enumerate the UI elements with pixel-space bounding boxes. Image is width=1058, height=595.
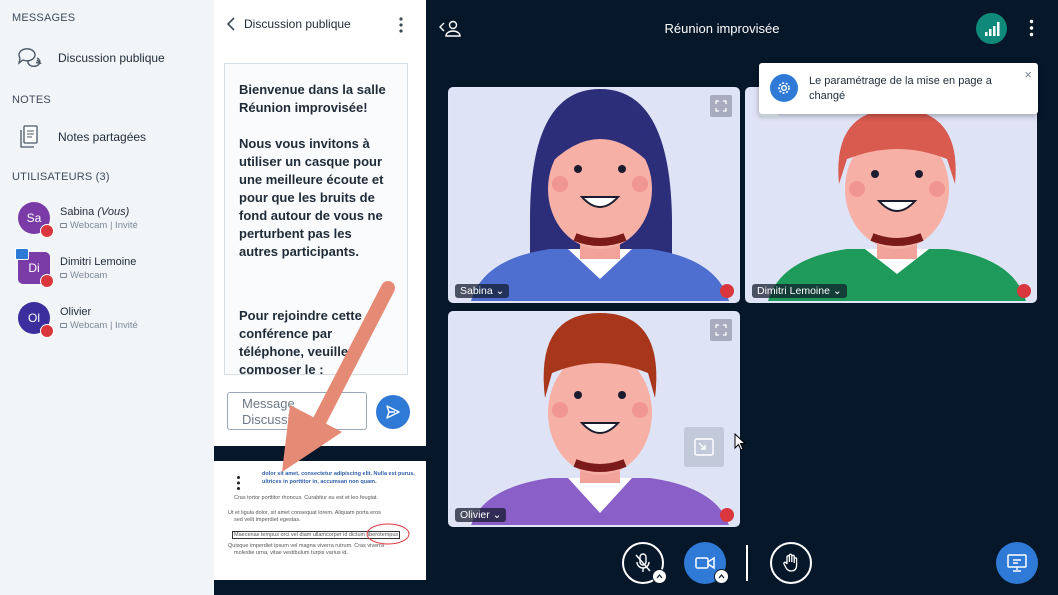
tile-name-tag[interactable]: Olivier ⌄ bbox=[455, 508, 507, 522]
fullscreen-button[interactable] bbox=[710, 319, 732, 341]
olivier-avatar-image bbox=[450, 313, 738, 525]
slide-options-icon[interactable] bbox=[236, 475, 241, 496]
you-tag: (Vous) bbox=[97, 205, 130, 218]
webcam-icon bbox=[60, 322, 67, 328]
sabina-avatar-image bbox=[450, 89, 738, 301]
tile-name-tag[interactable]: Dimitri Lemoine ⌄ bbox=[752, 284, 847, 298]
raise-hand-button[interactable] bbox=[770, 542, 812, 584]
muted-mic-icon bbox=[1017, 284, 1031, 298]
webcam-icon bbox=[60, 272, 67, 278]
chat-bubbles-icon bbox=[0, 46, 58, 70]
signal-bars-icon bbox=[984, 21, 999, 36]
muted-mic-icon bbox=[40, 224, 54, 238]
user-item-sabina[interactable]: Sa Sabina (Vous) Webcam | Invité bbox=[0, 196, 214, 240]
sidebar-item-public-chat[interactable]: Discussion publique bbox=[0, 38, 214, 78]
tile-name: Sabina bbox=[460, 285, 493, 297]
avatar: Ol bbox=[18, 302, 54, 338]
user-role: Webcam | Invité bbox=[70, 219, 138, 231]
avatar: Di bbox=[15, 248, 54, 288]
avatar-initials: Sa bbox=[26, 211, 42, 225]
muted-mic-icon bbox=[720, 284, 734, 298]
muted-mic-icon bbox=[40, 324, 54, 338]
user-name: Olivier bbox=[60, 305, 92, 318]
slide-text: sed velit imperdiet egestas. bbox=[234, 517, 301, 523]
more-options-icon[interactable] bbox=[1029, 19, 1034, 42]
tile-name-tag[interactable]: Sabina ⌄ bbox=[455, 284, 510, 298]
video-settings-chevron-icon[interactable] bbox=[714, 569, 729, 584]
users-heading: UTILISATEURS (3) bbox=[12, 171, 110, 183]
video-tile-sabina[interactable]: Sabina ⌄ bbox=[448, 87, 740, 303]
user-item-dimitri[interactable]: Di Dimitri Lemoine Webcam bbox=[0, 246, 214, 290]
minimize-icon bbox=[694, 438, 714, 456]
connection-status-button[interactable] bbox=[976, 13, 1007, 44]
video-tile-olivier[interactable]: Olivier ⌄ bbox=[448, 311, 740, 527]
webcam-icon bbox=[60, 222, 67, 228]
welcome-headset-text: Nous vous invitons à utiliser un casque … bbox=[239, 136, 384, 259]
user-list-sidebar: MESSAGES Discussion publique NOTES Notes… bbox=[0, 0, 214, 595]
avatar: Sa bbox=[18, 202, 54, 238]
toast-message: Le paramétrage de la mise en page a chan… bbox=[809, 75, 992, 102]
video-camera-icon bbox=[695, 556, 715, 570]
chat-options-icon[interactable] bbox=[398, 16, 404, 39]
annotation-circle bbox=[366, 523, 410, 545]
presentation-toggle-button[interactable] bbox=[996, 542, 1038, 584]
slide-text: Cras tortor porttitor rhoncus. Curabitur… bbox=[234, 495, 378, 501]
gear-icon bbox=[770, 74, 798, 102]
presentation-screen-icon bbox=[1007, 554, 1027, 572]
muted-mic-icon bbox=[720, 508, 734, 522]
slide-text: Ut et ligula dolor, sit amet consequat l… bbox=[228, 510, 381, 516]
meeting-title: Réunion improvisée bbox=[664, 21, 780, 36]
mouse-cursor-icon bbox=[734, 433, 746, 451]
toast-progress-bar bbox=[759, 114, 779, 118]
presenter-icon bbox=[15, 248, 29, 260]
meeting-stage: Réunion improvisée Sabina ⌄ Dimitri Lemo… bbox=[426, 0, 1058, 595]
expand-icon bbox=[715, 324, 727, 336]
tile-name: Olivier bbox=[460, 509, 490, 521]
minimize-video-button[interactable] bbox=[684, 427, 724, 467]
welcome-line: Bienvenue dans la salle bbox=[239, 82, 386, 97]
tutorial-arrow bbox=[282, 281, 395, 472]
slide-text: molestie urna, vitae vestibulum turpis v… bbox=[234, 550, 349, 556]
hand-icon bbox=[783, 553, 798, 572]
user-name: Sabina bbox=[60, 205, 95, 218]
user-role: Webcam bbox=[70, 269, 108, 281]
audio-settings-chevron-icon[interactable] bbox=[652, 569, 667, 584]
muted-mic-icon bbox=[635, 553, 651, 572]
chat-title: Discussion publique bbox=[244, 17, 351, 31]
notes-heading: NOTES bbox=[12, 94, 51, 106]
expand-icon bbox=[715, 100, 727, 112]
welcome-room-name: Réunion improvisée! bbox=[239, 100, 368, 115]
tile-name: Dimitri Lemoine bbox=[757, 285, 830, 297]
muted-mic-icon bbox=[40, 274, 54, 288]
avatar-initials: Ol bbox=[28, 311, 40, 325]
user-item-olivier[interactable]: Ol Olivier Webcam | Invité bbox=[0, 296, 214, 340]
dimitri-avatar-image bbox=[747, 89, 1035, 301]
video-tile-dimitri[interactable]: Dimitri Lemoine ⌄ bbox=[745, 87, 1037, 303]
avatar-initials: Di bbox=[28, 261, 40, 275]
layout-changed-toast: Le paramétrage de la mise en page a chan… bbox=[759, 63, 1038, 118]
slide-text: Quisque imperdiet ipsum vel magna viverr… bbox=[228, 543, 384, 549]
back-chevron-icon[interactable] bbox=[226, 16, 236, 32]
fullscreen-button[interactable] bbox=[710, 95, 732, 117]
notes-document-icon bbox=[0, 124, 58, 150]
toolbar-divider bbox=[746, 545, 748, 581]
close-icon[interactable]: × bbox=[1024, 67, 1032, 82]
shared-notes-label: Notes partagées bbox=[58, 130, 147, 144]
user-role: Webcam | Invité bbox=[70, 319, 138, 331]
sidebar-item-shared-notes[interactable]: Notes partagées bbox=[0, 117, 214, 157]
messages-heading: MESSAGES bbox=[12, 12, 76, 24]
chat-header: Discussion publique bbox=[214, 0, 426, 48]
user-name: Dimitri Lemoine bbox=[60, 255, 137, 268]
public-chat-label: Discussion publique bbox=[58, 51, 165, 65]
